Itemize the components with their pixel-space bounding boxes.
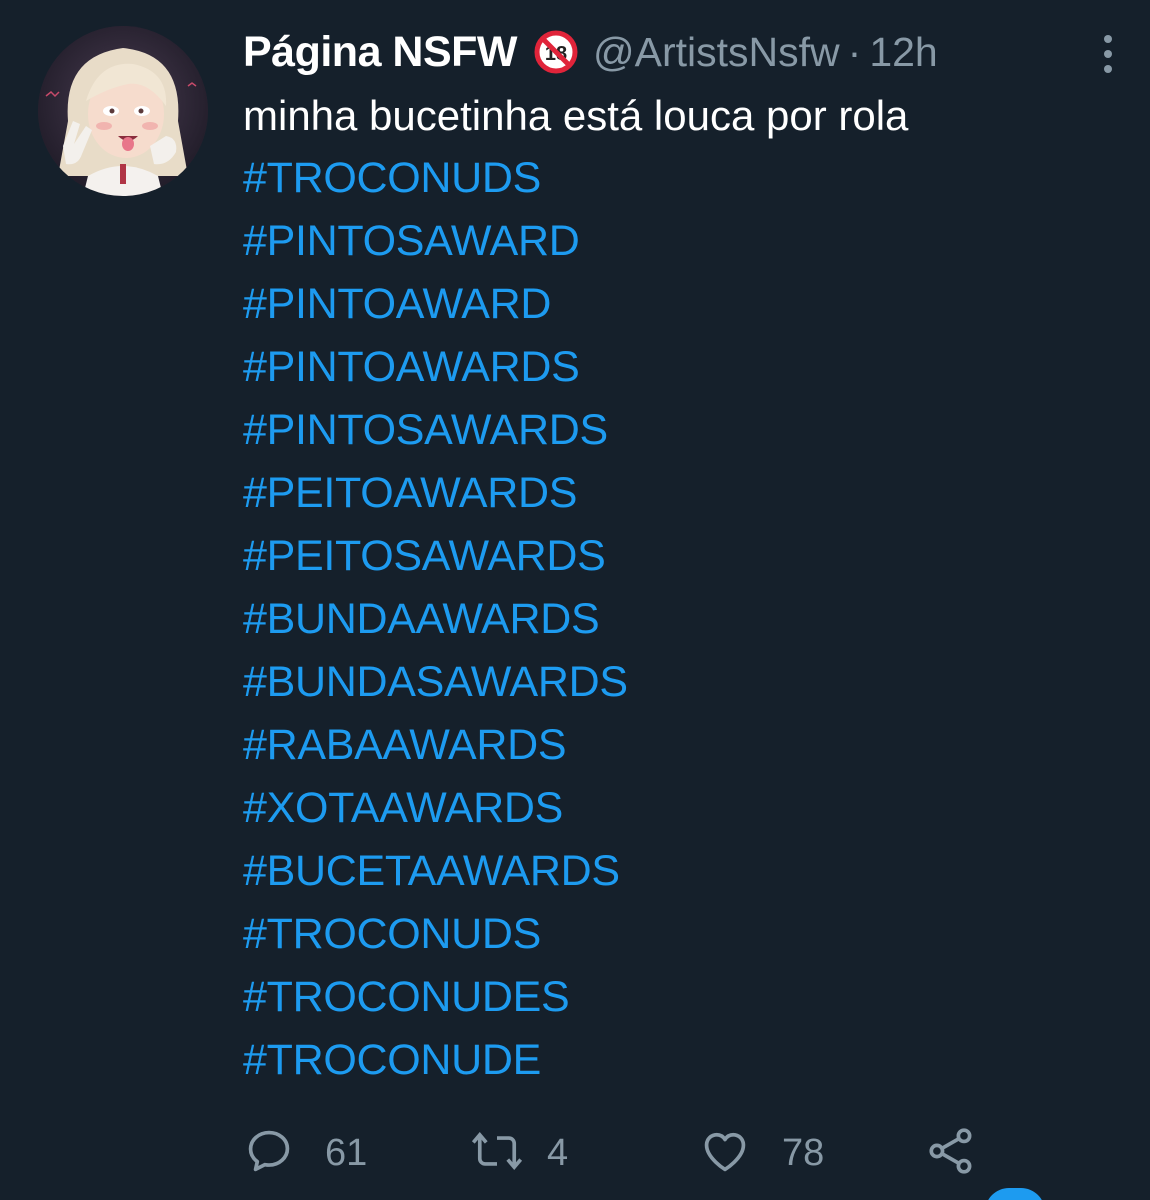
tweet-text: minha bucetinha está louca por rola — [243, 92, 909, 139]
share-button[interactable] — [925, 1118, 977, 1188]
tweet: Página NSFW 18 @ArtistsNsfw · 12h minha … — [0, 0, 1150, 1200]
hashtag-link[interactable]: #TROCONUDE — [243, 1029, 1123, 1092]
hashtag-link[interactable]: #PINTOAWARD — [243, 273, 1123, 336]
hashtag-link[interactable]: #PEITOAWARDS — [243, 462, 1123, 525]
hashtag-link[interactable]: #PINTOSAWARD — [243, 210, 1123, 273]
retweet-icon — [469, 1125, 525, 1182]
share-icon — [925, 1125, 977, 1182]
reply-icon — [243, 1125, 295, 1182]
hashtag-link[interactable]: #TROCONUDS — [243, 147, 1123, 210]
avatar-illustration — [38, 26, 208, 196]
display-name[interactable]: Página NSFW — [243, 28, 518, 77]
hashtag-link[interactable]: #PEITOSAWARDS — [243, 525, 1123, 588]
no-under-18-icon: 18 — [533, 29, 579, 75]
like-button[interactable]: 78 — [698, 1118, 824, 1188]
timestamp[interactable]: 12h — [869, 29, 937, 76]
more-options-icon[interactable] — [1093, 30, 1123, 78]
hashtag-link[interactable]: #BUNDAAWARDS — [243, 588, 1123, 651]
like-count: 78 — [782, 1131, 825, 1174]
hashtag-link[interactable]: #XOTAAWARDS — [243, 777, 1123, 840]
hashtag-link[interactable]: #TROCONUDES — [243, 966, 1123, 1029]
hashtag-link[interactable]: #PINTOAWARDS — [243, 336, 1123, 399]
hashtag-link[interactable]: #TROCONUDS — [243, 903, 1123, 966]
hashtag-link[interactable]: #PINTOSAWARDS — [243, 399, 1123, 462]
heart-icon — [698, 1125, 752, 1182]
retweet-count: 4 — [547, 1131, 569, 1174]
reply-button[interactable]: 61 — [243, 1118, 367, 1188]
hashtag-link[interactable]: #BUNDASAWARDS — [243, 651, 1123, 714]
hashtag-list: #TROCONUDS #PINTOSAWARD #PINTOAWARD #PINTOA… — [243, 147, 1123, 1092]
tweet-header: Página NSFW 18 @ArtistsNsfw · 12h — [243, 22, 1123, 82]
tweet-content: Página NSFW 18 @ArtistsNsfw · 12h minha … — [243, 22, 1123, 1092]
tweet-actions: 61 4 78 — [243, 1118, 1003, 1188]
hashtag-link[interactable]: #BUCETAAWARDS — [243, 840, 1123, 903]
handle[interactable]: @ArtistsNsfw — [593, 29, 840, 76]
avatar[interactable] — [38, 26, 208, 196]
separator-dot: · — [847, 28, 862, 75]
retweet-button[interactable]: 4 — [469, 1118, 568, 1188]
hashtag-link[interactable]: #RABAAWARDS — [243, 714, 1123, 777]
reply-count: 61 — [325, 1131, 368, 1174]
floating-action-button-edge[interactable] — [985, 1188, 1045, 1200]
